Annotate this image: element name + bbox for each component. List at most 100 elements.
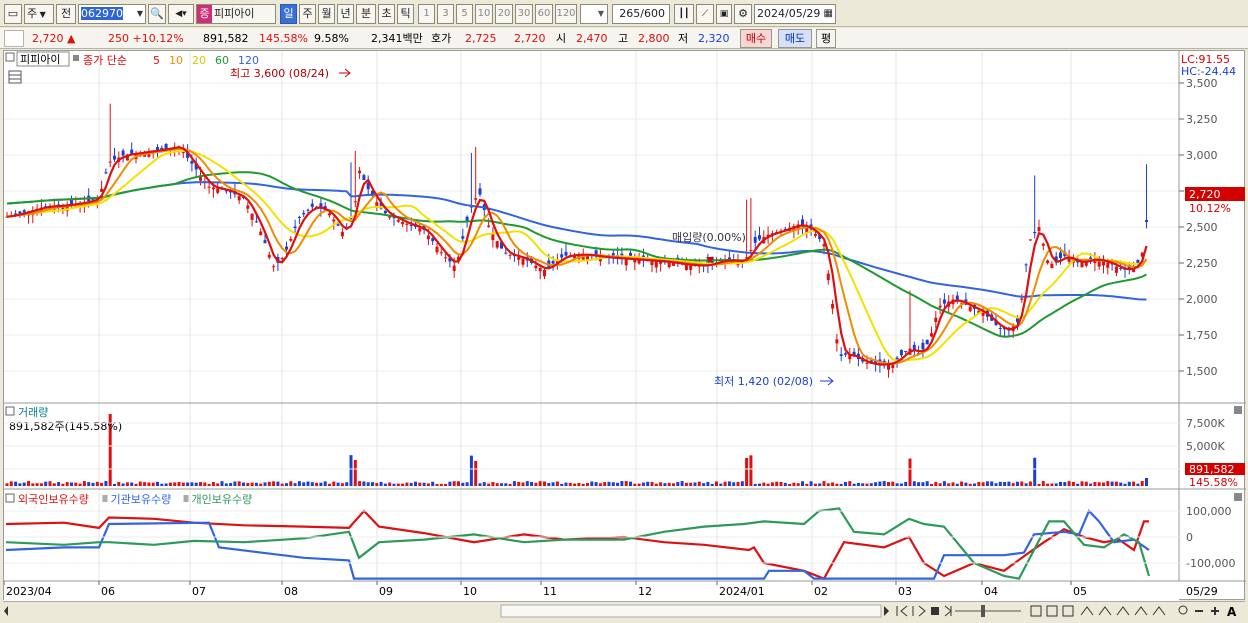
calendar-icon[interactable]: ▦ xyxy=(824,5,833,23)
scroll-left-icon[interactable] xyxy=(4,606,8,616)
market-label: 주 xyxy=(27,7,38,20)
gear-icon[interactable]: ⚙ xyxy=(734,4,752,24)
zoom-handle[interactable] xyxy=(981,605,985,617)
volume-bar xyxy=(332,481,336,486)
x-tick-label: 2023/04 xyxy=(6,585,52,598)
date-input[interactable]: 2024/05/29 ▦ xyxy=(754,4,836,24)
candle-body xyxy=(405,223,409,225)
volume-bar xyxy=(220,481,224,486)
market-select[interactable]: 주 ▼ xyxy=(24,4,54,24)
scroll-right-icon[interactable] xyxy=(884,606,889,616)
candle-body xyxy=(211,187,215,190)
table-icon[interactable] xyxy=(8,70,22,84)
buy-button[interactable]: 매수 xyxy=(740,29,772,48)
tool-icon[interactable] xyxy=(1030,605,1042,617)
candle-body xyxy=(439,252,443,254)
window-menu-icon[interactable]: ▭ xyxy=(4,4,22,24)
close-icon[interactable] xyxy=(1234,493,1242,501)
chart-scrollbar[interactable]: A xyxy=(3,601,1245,619)
candle-body xyxy=(272,266,276,268)
turnover-rate: 9.58% xyxy=(314,32,349,45)
interval-3[interactable]: 3 xyxy=(437,4,454,24)
open-price: 2,470 xyxy=(576,32,608,45)
tool-icon[interactable] xyxy=(1134,606,1148,616)
interval-10[interactable]: 10 xyxy=(475,4,493,24)
evaluate-button[interactable]: 평 xyxy=(816,29,836,48)
volume-bar xyxy=(379,481,383,486)
interval-20[interactable]: 20 xyxy=(495,4,513,24)
volume-bar xyxy=(495,483,499,486)
custom-interval-select[interactable]: ▼ xyxy=(580,4,608,24)
volume-bar xyxy=(487,483,491,486)
period-tick[interactable]: 틱 xyxy=(397,4,414,24)
volume-bar xyxy=(95,481,99,486)
interval-120[interactable]: 120 xyxy=(555,4,577,24)
period-minute[interactable]: 분 xyxy=(356,4,376,24)
volume-bar xyxy=(792,482,796,486)
sound-icon[interactable]: ◀▾ xyxy=(168,4,194,24)
candle-type-icon[interactable]: ┃┃ xyxy=(674,4,694,24)
period-day[interactable]: 일 xyxy=(280,4,297,24)
stock-code-input[interactable]: 062970 ▼ xyxy=(78,4,146,24)
scroll-thumb[interactable] xyxy=(500,604,882,618)
period-year[interactable]: 년 xyxy=(337,4,354,24)
candle-body xyxy=(1145,219,1148,222)
volume-bar xyxy=(457,481,460,486)
open-label: 시 xyxy=(556,32,567,45)
zoom-in-icon[interactable] xyxy=(1211,607,1219,615)
search-icon[interactable] xyxy=(1178,605,1188,615)
play-icon[interactable] xyxy=(944,605,952,617)
save-icon[interactable]: ▣ xyxy=(716,4,732,24)
scope-button[interactable]: 전 xyxy=(56,4,76,24)
volume-bar xyxy=(469,455,473,486)
volume-bar xyxy=(267,481,271,486)
trade-amount: 2,341백만 xyxy=(371,32,423,45)
interval-30[interactable]: 30 xyxy=(515,4,533,24)
candle-body xyxy=(250,213,254,220)
candle-body xyxy=(254,221,258,223)
info-toggle-icon[interactable] xyxy=(4,30,24,47)
interval-60[interactable]: 60 xyxy=(535,4,553,24)
stock-chart[interactable]: 피피아이 종가 단순 5 10 20 60 120 LC:91.55 HC:-24.44… xyxy=(3,51,1246,601)
volume-bar xyxy=(530,481,534,486)
volume-bar xyxy=(538,481,542,486)
bid-price-1: 2,725 xyxy=(465,32,497,45)
tool-icon[interactable] xyxy=(1062,605,1074,617)
volume-bar xyxy=(955,483,959,486)
volume-bar xyxy=(375,483,379,486)
close-icon[interactable] xyxy=(1234,406,1242,414)
volume-bar xyxy=(104,481,108,486)
first-page-icon[interactable] xyxy=(896,605,908,617)
volume-bar xyxy=(1059,481,1062,486)
volume-bar xyxy=(1011,483,1015,486)
interval-1[interactable]: 1 xyxy=(418,4,435,24)
tool-icon[interactable] xyxy=(1080,606,1094,616)
period-week[interactable]: 주 xyxy=(299,4,316,24)
tool-icon[interactable] xyxy=(1116,606,1130,616)
scroll-controls[interactable]: A xyxy=(3,602,1245,620)
stop-icon[interactable] xyxy=(931,607,939,615)
tool-icon[interactable] xyxy=(1098,606,1112,616)
x-tick-label: 03 xyxy=(898,585,912,598)
period-month[interactable]: 월 xyxy=(318,4,335,24)
candle-body xyxy=(839,354,843,356)
line-tool-icon[interactable]: ⟋ xyxy=(696,4,714,24)
count-input[interactable]: 265/600 xyxy=(612,4,670,24)
sell-button[interactable]: 매도 xyxy=(778,29,812,48)
volume-bar xyxy=(745,457,749,486)
x-tick-label: 2024/01 xyxy=(719,585,765,598)
search-icon[interactable]: 🔍 xyxy=(148,4,166,24)
last-page-icon[interactable] xyxy=(912,605,926,617)
stock-name-field[interactable]: 증 피피아이 xyxy=(196,4,276,24)
font-size-icon[interactable]: A xyxy=(1227,605,1237,619)
stock-name: 피피아이 xyxy=(214,7,255,20)
volume-bar xyxy=(852,483,856,486)
y-tick-label: 2,000 xyxy=(1186,293,1218,306)
interval-5[interactable]: 5 xyxy=(456,4,473,24)
volume-bar xyxy=(684,482,688,486)
tool-icon[interactable] xyxy=(1152,606,1166,616)
tool-icon[interactable] xyxy=(1046,605,1058,617)
period-second[interactable]: 초 xyxy=(378,4,395,24)
chart-area[interactable]: 피피아이 종가 단순 5 10 20 60 120 LC:91.55 HC:-24.44… xyxy=(3,50,1246,601)
candle-body xyxy=(418,228,422,232)
